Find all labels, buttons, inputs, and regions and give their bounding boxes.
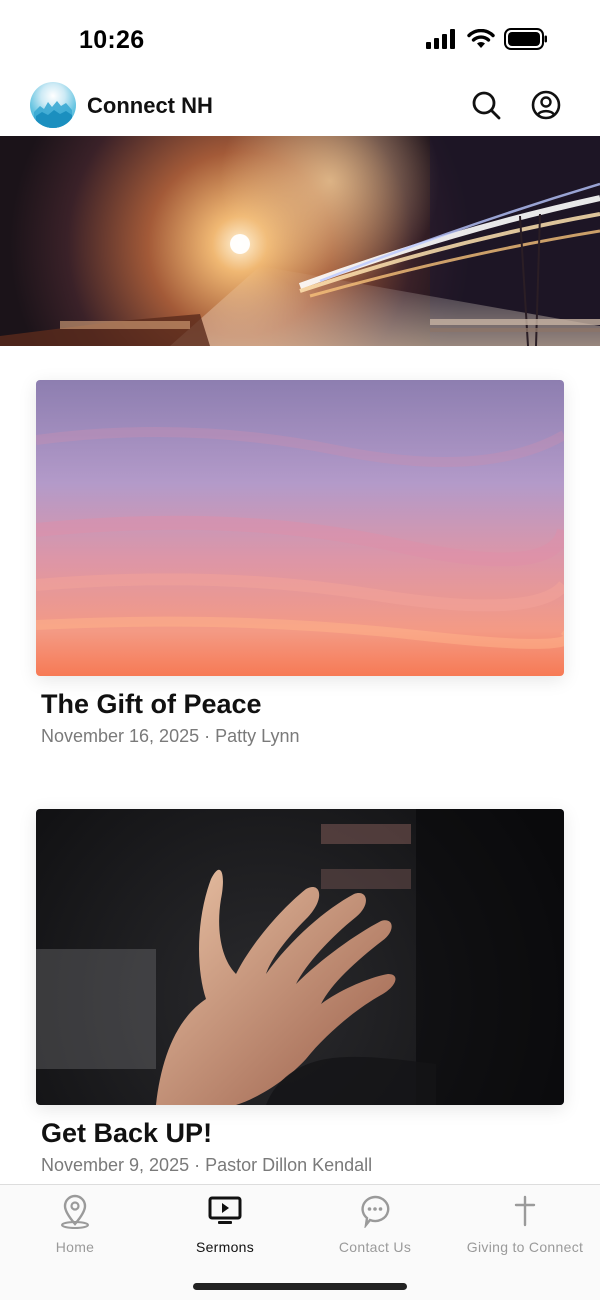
- battery-icon: [504, 28, 547, 50]
- tab-label: Sermons: [195, 1239, 255, 1255]
- sunset-sky-clouds-image: [36, 380, 564, 676]
- signal-icon: [426, 29, 455, 49]
- tab-giving[interactable]: Giving to Connect: [450, 1193, 600, 1255]
- tab-sermons[interactable]: Sermons: [150, 1193, 300, 1255]
- user-circle-icon: [531, 90, 561, 120]
- wifi-icon: [467, 28, 495, 48]
- sermon-date: November 9, 2025: [41, 1155, 190, 1175]
- sermon-title[interactable]: Get Back UP!: [41, 1118, 564, 1149]
- church-logo-icon[interactable]: [30, 82, 76, 128]
- tab-label: Giving to Connect: [466, 1239, 584, 1255]
- open-hand-reaching-image: [36, 809, 564, 1105]
- cross-icon: [514, 1195, 536, 1227]
- status-icons: [426, 28, 548, 50]
- night-highway-light-trails-image: [0, 136, 600, 346]
- tab-bar: Home Sermons Contact Us Giving to Connec…: [0, 1184, 600, 1300]
- sermon-date: November 16, 2025: [41, 726, 200, 746]
- tab-label: Home: [55, 1239, 95, 1255]
- tab-contact-us[interactable]: Contact Us: [300, 1193, 450, 1255]
- featured-banner[interactable]: [0, 136, 600, 346]
- tab-label: Contact Us: [338, 1239, 412, 1255]
- sermon-speaker: Patty Lynn: [215, 726, 300, 746]
- sermon-meta: November 9, 2025 · Pastor Dillon Kendall: [41, 1155, 564, 1176]
- status-time: 10:26: [79, 26, 145, 54]
- sermon-thumbnail[interactable]: [36, 809, 564, 1105]
- sermon-speaker: Pastor Dillon Kendall: [205, 1155, 373, 1175]
- sermon-meta: November 16, 2025 · Patty Lynn: [41, 726, 564, 747]
- app-title: Connect NH: [87, 93, 213, 118]
- meta-separator: ·: [194, 1155, 201, 1175]
- app-header: Connect NH: [0, 76, 600, 136]
- meta-separator: ·: [204, 726, 211, 746]
- sermon-title[interactable]: The Gift of Peace: [41, 689, 564, 720]
- status-bar: 10:26: [0, 0, 600, 76]
- location-pin-icon: [61, 1194, 89, 1229]
- tab-home[interactable]: Home: [0, 1193, 150, 1255]
- sermons-screen: 10:26 Connect NH The Gift of Peace Novem…: [0, 0, 600, 1300]
- sermon-card[interactable]: The Gift of Peace November 16, 2025 · Patt…: [36, 380, 564, 747]
- chat-bubble-icon: [361, 1195, 390, 1228]
- tv-play-icon: [208, 1196, 242, 1224]
- profile-button[interactable]: [530, 89, 562, 121]
- home-indicator[interactable]: [193, 1283, 407, 1290]
- sermon-thumbnail[interactable]: [36, 380, 564, 676]
- search-icon: [472, 91, 501, 120]
- search-button[interactable]: [470, 89, 502, 121]
- sermon-card[interactable]: Get Back UP! November 9, 2025 · Pastor Dil…: [36, 809, 564, 1176]
